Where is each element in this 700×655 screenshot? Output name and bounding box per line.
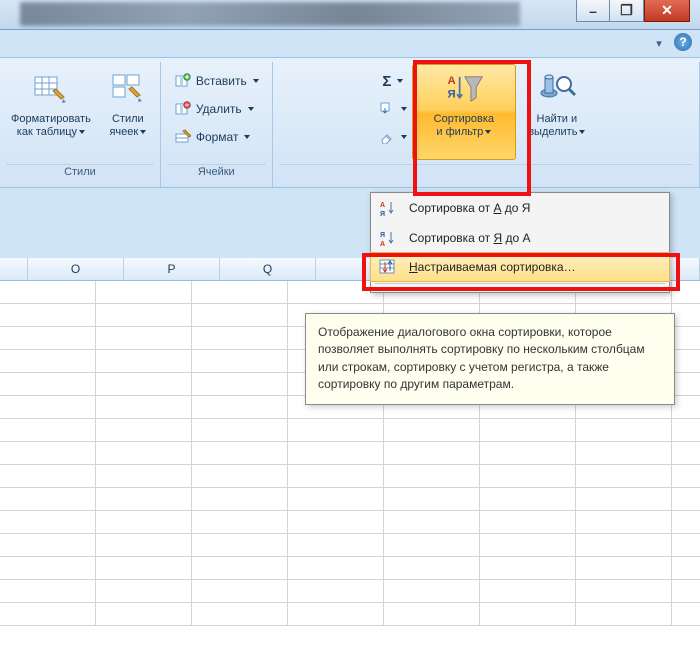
format-as-table-label-1: Форматировать (11, 113, 91, 125)
tooltip-text: Отображение диалогового окна сортировки,… (318, 325, 645, 391)
tooltip-custom-sort: Отображение диалогового окна сортировки,… (305, 313, 675, 405)
format-icon (174, 128, 192, 146)
menu-item-sort-az[interactable]: А Я Сортировка от А до Я (371, 193, 669, 223)
window-maximize-button[interactable]: ❐ (610, 0, 644, 22)
delete-button[interactable]: Удалить (167, 96, 266, 122)
sort-filter-dropdown: А Я Сортировка от А до Я Я А Сортировка … (370, 192, 670, 293)
sort-az-icon: А Я (377, 197, 399, 219)
find-select-label-2: выделить (528, 126, 577, 138)
window-close-button[interactable]: ✕ (644, 0, 690, 22)
svg-text:Я: Я (380, 211, 385, 217)
menu-separator (375, 283, 665, 284)
menu-item-sort-az-label: Сортировка от А до Я (409, 201, 530, 215)
delete-label: Удалить (196, 102, 242, 116)
svg-text:Я: Я (447, 89, 455, 101)
autosum-button[interactable]: Σ (376, 68, 410, 94)
find-select-label-1: Найти и (537, 113, 578, 125)
cell-styles-icon (108, 69, 148, 109)
ribbon-group-cells: Вставить Удалить (161, 62, 273, 187)
sort-filter-button[interactable]: А Я Сортировка и фильтр (412, 64, 516, 160)
help-icon[interactable]: ? (674, 33, 692, 51)
sort-filter-label-2: и фильтр (436, 126, 483, 138)
column-header[interactable]: Q (220, 258, 316, 280)
ribbon: Форматировать как таблицу Стили я (0, 58, 700, 188)
title-bar: – ❐ ✕ (0, 0, 700, 30)
format-as-table-icon (31, 69, 71, 109)
table-row[interactable] (0, 419, 700, 442)
column-header[interactable]: P (124, 258, 220, 280)
insert-icon (174, 72, 192, 90)
svg-text:А: А (380, 202, 385, 209)
cell-styles-label-2: ячеек (109, 126, 138, 138)
ribbon-group-editing: Σ (273, 62, 700, 187)
svg-text:Я: Я (380, 232, 385, 239)
sigma-icon: Σ (382, 73, 391, 90)
titlebar-blur (20, 2, 520, 26)
format-button[interactable]: Формат (167, 124, 266, 150)
cell-styles-button[interactable]: Стили ячеек (102, 64, 154, 160)
svg-text:А: А (447, 75, 455, 87)
clear-button[interactable] (376, 124, 410, 150)
sort-filter-label-1: Сортировка (434, 113, 494, 125)
format-as-table-label-2: как таблицу (17, 126, 77, 138)
eraser-icon (379, 128, 395, 146)
window-controls: – ❐ ✕ (576, 0, 690, 22)
table-row[interactable] (0, 557, 700, 580)
delete-icon (174, 100, 192, 118)
fill-button[interactable] (376, 96, 410, 122)
menu-item-sort-za-label: Сортировка от Я до А (409, 231, 530, 245)
sort-za-icon: Я А (377, 227, 399, 249)
svg-text:А: А (380, 241, 385, 247)
column-header[interactable]: O (28, 258, 124, 280)
format-label: Формат (196, 130, 239, 144)
ribbon-minimize-icon[interactable]: ▾ (650, 36, 668, 50)
table-row[interactable] (0, 465, 700, 488)
menu-item-custom-sort-label: Настраиваемая сортировка… (409, 260, 576, 274)
insert-label: Вставить (196, 74, 247, 88)
window-minimize-button[interactable]: – (576, 0, 610, 22)
table-row[interactable] (0, 603, 700, 626)
cell-styles-label-1: Стили (112, 113, 144, 125)
table-row[interactable] (0, 442, 700, 465)
sort-filter-icon: А Я (444, 69, 484, 109)
table-row[interactable] (0, 488, 700, 511)
menu-item-sort-za[interactable]: Я А Сортировка от Я до А (371, 223, 669, 253)
group-label-styles: Стили (6, 164, 154, 184)
insert-button[interactable]: Вставить (167, 68, 266, 94)
ribbon-group-styles: Форматировать как таблицу Стили я (0, 62, 161, 187)
table-row[interactable] (0, 511, 700, 534)
table-row[interactable] (0, 534, 700, 557)
group-label-cells: Ячейки (167, 164, 266, 184)
custom-sort-icon (377, 256, 399, 278)
format-as-table-button[interactable]: Форматировать как таблицу (6, 64, 96, 160)
group-label-editing (279, 164, 693, 184)
menu-item-custom-sort[interactable]: Настраиваемая сортировка… (370, 252, 670, 282)
find-select-button[interactable]: Найти и выделить (518, 64, 596, 160)
find-select-icon (537, 69, 577, 109)
row-header-spacer (0, 258, 28, 280)
ribbon-subbar: ▾ ? (0, 30, 700, 58)
table-row[interactable] (0, 580, 700, 603)
fill-down-icon (379, 100, 395, 118)
